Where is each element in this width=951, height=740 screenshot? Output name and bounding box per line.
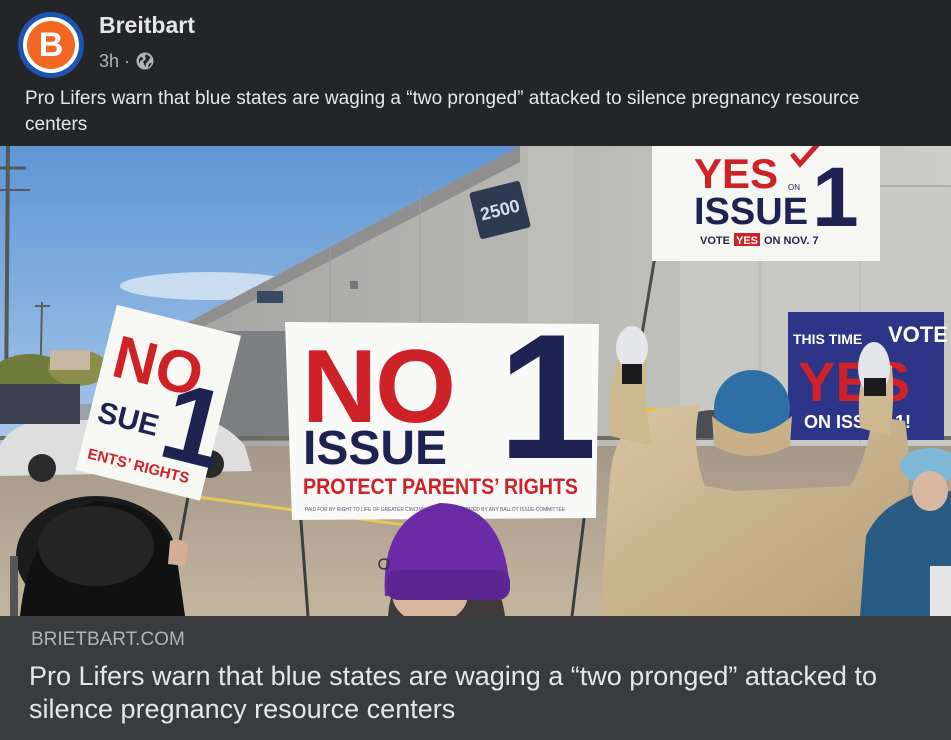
- page-name[interactable]: Breitbart: [99, 12, 195, 38]
- facebook-post-card: B Breitbart 3h · Pro Lifers warn that bl…: [0, 0, 951, 740]
- right-sign-this-time: THIS TIME: [793, 331, 862, 347]
- post-header: B Breitbart 3h · Pro Lifers warn that bl…: [0, 0, 951, 146]
- post-meta: 3h ·: [99, 51, 155, 71]
- top-sign-date: ON NOV. 7: [764, 235, 819, 247]
- post-timestamp[interactable]: 3h: [99, 52, 119, 70]
- top-sign-yes-badge: YES: [736, 235, 758, 247]
- sign-yes-issue-1-top: YES ON 1 ISSUE VOTE YES ON NOV. 7: [652, 146, 880, 261]
- link-headline[interactable]: Pro Lifers warn that blue states are wag…: [29, 660, 929, 726]
- avatar-ring: B: [23, 17, 79, 73]
- top-sign-number: 1: [812, 150, 859, 244]
- fence-post: [10, 556, 18, 616]
- center-sign-number: 1: [498, 297, 597, 496]
- link-preview[interactable]: BRIETBART.COM Pro Lifers warn that blue …: [0, 616, 951, 740]
- link-domain: BRIETBART.COM: [31, 629, 185, 650]
- post-photo[interactable]: 2500 NO 1 SUE ENTS’ RIGHTS NO 1 ISSUE PR…: [0, 146, 951, 616]
- top-sign-vote: VOTE: [700, 235, 730, 247]
- meta-separator: ·: [124, 51, 131, 71]
- globe-icon[interactable]: [135, 51, 155, 71]
- center-sign-rights: PROTECT PARENTS’ RIGHTS: [303, 474, 578, 499]
- top-sign-issue: ISSUE: [694, 191, 808, 233]
- top-sign-yes: YES: [694, 150, 778, 197]
- sign-no-issue-1-center: NO 1 ISSUE PROTECT PARENTS’ RIGHTS PAID …: [285, 297, 599, 520]
- page-avatar[interactable]: B: [18, 12, 84, 78]
- center-sign-issue: ISSUE: [303, 422, 447, 475]
- post-text: Pro Lifers warn that blue states are wag…: [25, 88, 860, 135]
- right-sign-vote: VOTE: [888, 322, 948, 347]
- breitbart-logo-icon: B: [27, 21, 75, 69]
- right-sign-yes: YES: [798, 350, 910, 413]
